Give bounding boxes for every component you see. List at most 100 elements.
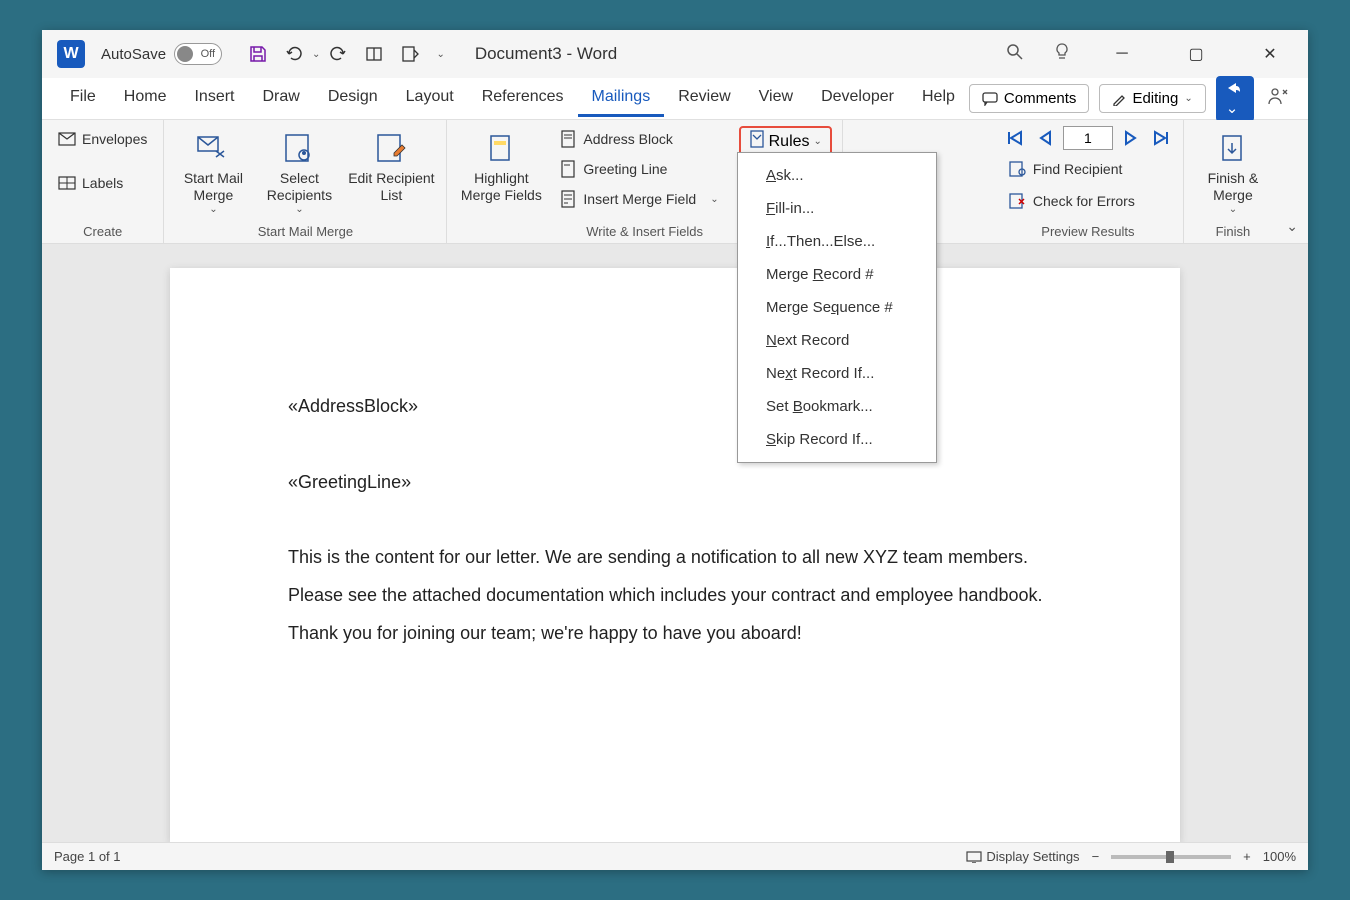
- select-recipients-button[interactable]: Select Recipients⌄: [260, 126, 338, 216]
- prev-record-button[interactable]: [1033, 127, 1057, 149]
- highlight-merge-fields-button[interactable]: Highlight Merge Fields: [457, 126, 545, 204]
- tab-insert[interactable]: Insert: [180, 80, 248, 117]
- qat-button-1[interactable]: [362, 42, 386, 66]
- finish-merge-button[interactable]: Finish & Merge⌄: [1194, 126, 1272, 216]
- tab-help[interactable]: Help: [908, 80, 969, 117]
- comments-button[interactable]: Comments: [969, 84, 1090, 113]
- help-lightbulb-icon[interactable]: [1053, 42, 1071, 67]
- account-button[interactable]: [1264, 82, 1294, 115]
- tab-review[interactable]: Review: [664, 80, 744, 117]
- find-icon: [1009, 160, 1027, 178]
- labels-label: Labels: [82, 175, 123, 191]
- rules-menu-item[interactable]: Skip Record If...: [738, 423, 936, 456]
- envelopes-button[interactable]: Envelopes: [52, 126, 153, 152]
- select-recip-label: Select Recipients: [260, 170, 338, 204]
- rules-menu-item[interactable]: If...Then...Else...: [738, 225, 936, 258]
- rules-menu-item[interactable]: Ask...: [738, 159, 936, 192]
- status-bar: Page 1 of 1 Display Settings − + 100%: [42, 842, 1308, 870]
- tab-layout[interactable]: Layout: [392, 80, 468, 117]
- tab-view[interactable]: View: [745, 80, 807, 117]
- highlight-label: Highlight Merge Fields: [457, 170, 545, 204]
- group-create: Envelopes Labels Create: [42, 120, 164, 243]
- page-indicator[interactable]: Page 1 of 1: [54, 849, 121, 864]
- body-paragraph: Please see the attached documentation wh…: [288, 577, 1062, 615]
- tab-references[interactable]: References: [468, 80, 578, 117]
- save-button[interactable]: [246, 42, 270, 66]
- rules-menu-item[interactable]: Next Record If...: [738, 357, 936, 390]
- editing-label: Editing: [1132, 90, 1178, 107]
- tab-draw[interactable]: Draw: [248, 80, 313, 117]
- page-icon: [559, 190, 577, 208]
- check-icon: [1009, 192, 1027, 210]
- redo-button[interactable]: [326, 42, 350, 66]
- close-button[interactable]: ✕: [1247, 38, 1293, 70]
- rules-menu-item[interactable]: Merge Record #: [738, 258, 936, 291]
- zoom-level[interactable]: 100%: [1263, 849, 1296, 864]
- insert-merge-field-button[interactable]: Insert Merge Field ⌄: [553, 186, 724, 212]
- envelope-icon: [58, 130, 76, 148]
- word-app-icon: W: [57, 40, 85, 68]
- rules-menu-item[interactable]: Merge Sequence #: [738, 291, 936, 324]
- body-paragraph: This is the content for our letter. We a…: [288, 539, 1062, 577]
- group-preview-results: Find Recipient Check for Errors Preview …: [993, 120, 1184, 243]
- address-block-field: «AddressBlock»: [288, 388, 1062, 426]
- ribbon: Envelopes Labels Create Start Mail Merge…: [42, 120, 1308, 244]
- next-record-button[interactable]: [1119, 127, 1143, 149]
- document-page[interactable]: «AddressBlock» «GreetingLine» This is th…: [170, 268, 1180, 842]
- qat-button-2[interactable]: [398, 42, 422, 66]
- insert-merge-label: Insert Merge Field: [583, 191, 696, 207]
- first-record-button[interactable]: [1003, 127, 1027, 149]
- address-block-button[interactable]: Address Block: [553, 126, 724, 152]
- find-recipient-button[interactable]: Find Recipient: [1003, 156, 1173, 182]
- autosave-label: AutoSave: [101, 46, 166, 63]
- display-settings-button[interactable]: Display Settings: [966, 849, 1079, 864]
- toggle-knob-icon: [177, 46, 193, 62]
- finish-merge-label: Finish & Merge: [1194, 170, 1272, 204]
- edit-recipient-list-button[interactable]: Edit Recipient List: [346, 126, 436, 204]
- search-button[interactable]: [1005, 42, 1025, 67]
- recipients-icon: [281, 130, 317, 166]
- qat-customize[interactable]: ⌄: [436, 49, 444, 60]
- zoom-slider[interactable]: [1111, 855, 1231, 859]
- tab-design[interactable]: Design: [314, 80, 392, 117]
- share-button[interactable]: ⌄: [1216, 76, 1254, 122]
- labels-button[interactable]: Labels: [52, 170, 153, 196]
- minimize-button[interactable]: ─: [1099, 38, 1145, 70]
- page-icon: [559, 130, 577, 148]
- undo-dropdown[interactable]: ⌄: [312, 49, 320, 60]
- group-preview-label: Preview Results: [1003, 222, 1173, 241]
- last-record-button[interactable]: [1149, 127, 1173, 149]
- tab-file[interactable]: File: [56, 80, 110, 117]
- tab-mailings[interactable]: Mailings: [578, 80, 665, 117]
- start-mail-merge-button[interactable]: Start Mail Merge⌄: [174, 126, 252, 216]
- rules-menu-item[interactable]: Set Bookmark...: [738, 390, 936, 423]
- edit-list-icon: [373, 130, 409, 166]
- rules-menu-item[interactable]: Fill-in...: [738, 192, 936, 225]
- autosave-toggle[interactable]: Off: [174, 43, 222, 65]
- record-number-input[interactable]: [1063, 126, 1113, 150]
- find-recipient-label: Find Recipient: [1033, 161, 1123, 177]
- tab-developer[interactable]: Developer: [807, 80, 908, 117]
- rules-icon: [749, 130, 765, 153]
- maximize-button[interactable]: ▢: [1173, 38, 1219, 70]
- zoom-thumb[interactable]: [1166, 851, 1174, 863]
- group-finish: Finish & Merge⌄ Finish: [1184, 120, 1282, 243]
- rules-menu-item[interactable]: Next Record: [738, 324, 936, 357]
- collapse-ribbon-button[interactable]: ⌄: [1286, 218, 1298, 235]
- group-create-label: Create: [52, 222, 153, 241]
- greeting-line-button[interactable]: Greeting Line: [553, 156, 724, 182]
- page-icon: [559, 160, 577, 178]
- envelopes-label: Envelopes: [82, 131, 147, 147]
- app-window: W AutoSave Off ⌄ ⌄ Document3 - Word ─ ▢: [42, 30, 1308, 870]
- greeting-line-label: Greeting Line: [583, 161, 667, 177]
- undo-button[interactable]: [282, 42, 306, 66]
- rules-dropdown-menu: Ask...Fill-in...If...Then...Else...Merge…: [737, 152, 937, 463]
- zoom-in-button[interactable]: +: [1243, 849, 1251, 864]
- document-title: Document3 - Word: [475, 44, 617, 64]
- tab-home[interactable]: Home: [110, 80, 181, 117]
- labels-icon: [58, 174, 76, 192]
- zoom-out-button[interactable]: −: [1092, 849, 1100, 864]
- check-errors-button[interactable]: Check for Errors: [1003, 188, 1173, 214]
- ribbon-tabs: FileHomeInsertDrawDesignLayoutReferences…: [42, 78, 1308, 120]
- editing-mode-button[interactable]: Editing ⌄: [1099, 84, 1205, 113]
